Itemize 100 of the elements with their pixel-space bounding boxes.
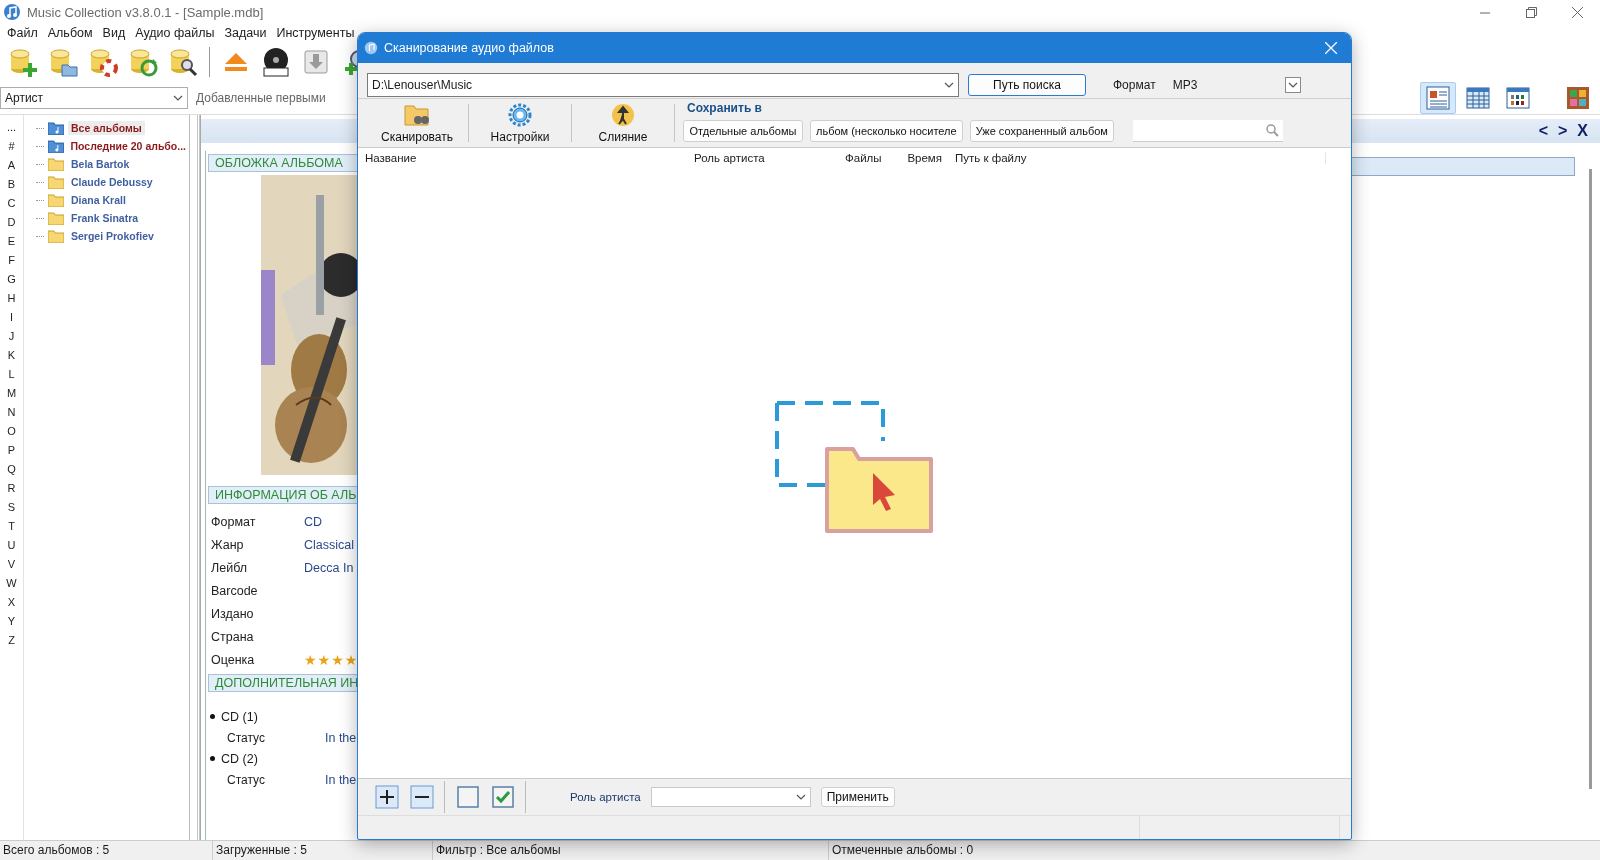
letter-link[interactable]: H [7,289,16,308]
save-mode-button[interactable]: льбом (несколько носителе [810,120,963,142]
bullet-icon [210,714,215,719]
letter-link[interactable]: A [7,156,16,175]
database-lifebuoy-icon [88,47,118,77]
letter-link[interactable]: P [7,441,16,460]
path-dropdown[interactable]: D:\Lenouser\Music [367,72,959,97]
letter-link[interactable]: X [7,593,16,612]
search-icon [1265,124,1279,137]
letter-link[interactable]: G [7,270,16,289]
letter-link[interactable]: O [7,422,16,441]
tree-item[interactable]: Все альбомы [68,121,145,135]
tree-item[interactable]: Последние 20 альбо... [67,139,189,153]
field-label: Страна [211,629,255,644]
letter-link[interactable]: I [9,308,14,327]
scrollbar[interactable] [1589,169,1592,789]
next-button[interactable]: > [1556,122,1570,140]
shelf-view-icon [1565,85,1591,111]
tree-item[interactable]: Claude Debussy [68,175,156,189]
letter-link[interactable]: K [7,346,16,365]
restore-icon [1525,6,1537,18]
letter-link[interactable]: M [6,384,17,403]
save-mode-button[interactable]: Уже сохраненный альбом [969,120,1114,142]
letter-link[interactable]: Q [7,460,16,479]
menu-item[interactable]: Аудио файлы [130,26,220,40]
column-header[interactable]: Время [890,152,948,164]
add-button[interactable] [374,784,399,810]
letter-link[interactable]: U [7,536,16,555]
field-label: Издано [211,606,255,621]
folder-icon [48,193,64,207]
database-refresh-icon [128,47,158,77]
letter-link[interactable]: Z [8,631,15,650]
letter-link[interactable]: # [8,137,15,156]
group-by-dropdown[interactable]: Артист [0,87,188,109]
close-panel-button[interactable]: X [1575,122,1590,140]
gear-icon [507,102,533,127]
chevron-down-icon [1287,81,1298,88]
tool-button[interactable]: Настройки [469,99,571,147]
letter-link[interactable]: T [8,517,15,536]
search-path-button[interactable]: Путь поиска [968,73,1086,96]
menu-item[interactable]: Вид [97,26,131,40]
letter-link[interactable]: B [7,175,16,194]
menu-item[interactable]: Задачи [219,26,272,40]
column-header[interactable]: Название [358,152,687,164]
download-icon [301,47,331,77]
letter-link[interactable]: R [7,479,16,498]
group-label: Сохранить в [687,101,763,115]
minus-icon [409,785,434,809]
letter-link[interactable]: D [7,213,16,232]
menu-item[interactable]: Файл [2,26,43,40]
remove-button[interactable] [409,784,434,810]
status-text: Всего альбомов : 5 [2,842,111,859]
tool-button[interactable]: Слияние [572,99,674,147]
search-field[interactable] [1132,120,1283,142]
chevron-down-icon [173,95,183,101]
letter-link[interactable]: W [6,574,17,593]
details-view-icon [1425,85,1451,111]
column-header[interactable]: Роль артиста [687,152,838,164]
field-label: Жанр [211,537,245,552]
window-title: Music Collection v3.8.0.1 - [Sample.mdb] [27,4,264,20]
folder-icon [48,211,64,225]
column-header[interactable]: Файлы [838,152,890,164]
check-all-button[interactable] [490,784,515,810]
letter-link[interactable]: F [8,251,15,270]
column-header[interactable]: Путь к файлу [948,152,1326,164]
tree-item[interactable]: Sergei Prokofiev [68,229,157,243]
save-mode-button[interactable]: Отдельные альбомы [683,120,803,142]
plus-icon [374,785,399,809]
letter-link[interactable]: E [7,232,16,251]
previous-button[interactable]: < [1536,122,1550,140]
field-label: Статус [227,730,266,745]
sort-label: Добавленные первыми [196,91,326,105]
menu-item[interactable]: Альбом [42,26,98,40]
menu-item[interactable]: Инструменты [271,26,360,40]
field-value: CD [304,514,323,529]
letter-link[interactable]: L [8,365,15,384]
folder-icon [48,229,64,243]
folder-icon [48,175,64,189]
close-icon [1571,6,1583,18]
letter-link[interactable]: C [7,194,16,213]
table-view-icon [1465,85,1491,111]
tree-item[interactable]: Frank Sinatra [68,211,142,225]
tree-item[interactable]: Diana Krall [68,193,129,207]
uncheck-all-button[interactable] [455,784,480,810]
letter-link[interactable]: J [8,327,15,346]
tool-button[interactable]: Сканировать [366,99,468,147]
letter-link[interactable]: N [7,403,16,422]
status-text: Фильтр : Все альбомы [432,841,828,860]
letter-link[interactable]: S [7,498,16,517]
letter-link[interactable]: Y [7,612,16,631]
letter-link[interactable]: V [7,555,16,574]
field-label: Статус [227,772,266,787]
tree-item[interactable]: Bela Bartok [68,157,133,171]
empty-checkbox-icon [456,786,479,808]
apply-button[interactable]: Применить [820,787,895,807]
letter-link[interactable]: ... [6,118,17,137]
artist-role-label: Роль артиста [570,791,641,803]
field-value: In the [325,772,357,787]
view-button[interactable] [1420,82,1456,114]
field-value: Decca In [304,560,354,575]
